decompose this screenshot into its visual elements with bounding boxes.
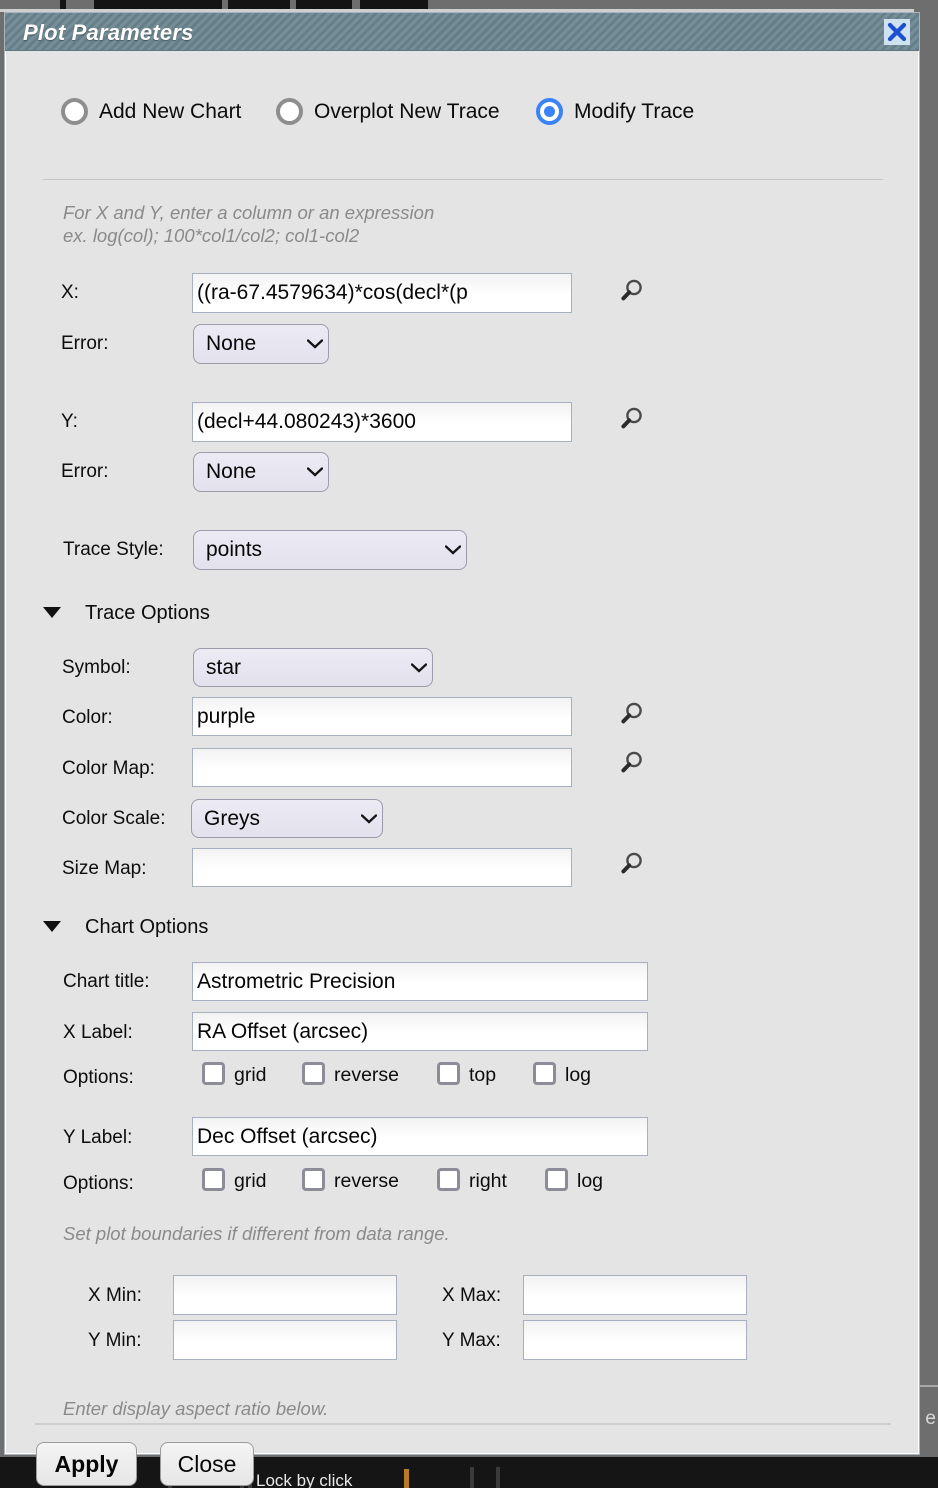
y-error-select[interactable]: None bbox=[193, 452, 329, 492]
close-icon[interactable] bbox=[884, 19, 910, 45]
radio-modify-trace[interactable]: Modify Trace bbox=[536, 98, 694, 125]
bottom-divider bbox=[35, 1423, 891, 1425]
color-scale-select[interactable]: Greys bbox=[191, 799, 383, 838]
chevron-down-icon bbox=[440, 545, 466, 555]
x-option-log-label: log bbox=[565, 1064, 592, 1086]
y-option-grid-label: grid bbox=[234, 1170, 267, 1192]
trace-style-select[interactable]: points bbox=[193, 530, 467, 570]
y-max-label: Y Max: bbox=[442, 1330, 501, 1351]
y-expression-label: Y: bbox=[61, 411, 78, 432]
y-axis-label-input[interactable] bbox=[192, 1117, 648, 1156]
chevron-down-icon bbox=[302, 467, 328, 477]
y-option-reverse-checkbox[interactable] bbox=[302, 1168, 325, 1191]
chart-title-label: Chart title: bbox=[63, 971, 150, 992]
x-option-reverse-label: reverse bbox=[334, 1064, 400, 1086]
y-max-input[interactable] bbox=[523, 1320, 747, 1360]
background-toolbar-strip bbox=[0, 0, 938, 12]
x-min-label: X Min: bbox=[88, 1285, 142, 1306]
color-map-input[interactable] bbox=[192, 748, 572, 787]
aspect-hint-text: Enter display aspect ratio below. bbox=[63, 1398, 329, 1419]
x-option-top-label: top bbox=[469, 1064, 497, 1086]
y-expression-search-icon[interactable] bbox=[617, 405, 645, 433]
x-axis-label-label: X Label: bbox=[63, 1022, 133, 1043]
y-option-reverse-label: reverse bbox=[334, 1170, 400, 1192]
top-divider bbox=[43, 179, 883, 180]
y-option-right-checkbox[interactable] bbox=[437, 1168, 460, 1191]
dialog-titlebar: Plot Parameters bbox=[5, 13, 919, 51]
trace-options-disclosure-icon[interactable] bbox=[43, 607, 61, 618]
color-map-search-icon[interactable] bbox=[617, 749, 645, 777]
x-option-grid-label: grid bbox=[234, 1064, 267, 1086]
radio-modify-trace-indicator bbox=[536, 98, 563, 125]
y-min-label: Y Min: bbox=[88, 1330, 142, 1351]
symbol-label: Symbol: bbox=[62, 657, 131, 678]
y-expression-input[interactable] bbox=[192, 402, 572, 442]
size-map-label: Size Map: bbox=[62, 858, 147, 879]
trace-options-section-title: Trace Options bbox=[85, 602, 210, 624]
radio-add-new-chart-label: Add New Chart bbox=[99, 99, 242, 123]
dialog-title: Plot Parameters bbox=[23, 20, 194, 45]
x-max-input[interactable] bbox=[523, 1275, 747, 1315]
chevron-down-icon bbox=[356, 813, 382, 824]
chart-options-disclosure-icon[interactable] bbox=[43, 921, 61, 932]
x-option-grid-checkbox[interactable] bbox=[202, 1062, 225, 1085]
x-error-select-value: None bbox=[206, 332, 257, 355]
x-option-reverse-checkbox[interactable] bbox=[302, 1062, 325, 1085]
plot-parameters-dialog: Plot Parameters Add New Chart Overplot N… bbox=[4, 12, 920, 1486]
chevron-down-icon bbox=[406, 662, 432, 673]
mode-radio-group: Add New Chart Overplot New Trace Modify … bbox=[61, 98, 861, 138]
background-right-glyph: e bbox=[925, 1408, 936, 1429]
apply-button[interactable]: Apply bbox=[36, 1442, 137, 1486]
x-options-label: Options: bbox=[63, 1067, 134, 1088]
color-scale-select-value: Greys bbox=[204, 806, 261, 830]
y-axis-label-label: Y Label: bbox=[63, 1127, 133, 1148]
chart-options-section-title: Chart Options bbox=[85, 916, 209, 938]
background-status-text: Lock by click bbox=[256, 1471, 353, 1488]
y-min-input[interactable] bbox=[173, 1320, 397, 1360]
size-map-input[interactable] bbox=[192, 848, 572, 887]
color-scale-label: Color Scale: bbox=[62, 808, 166, 829]
color-label: Color: bbox=[62, 707, 113, 728]
symbol-select[interactable]: star bbox=[193, 648, 433, 687]
color-input[interactable] bbox=[192, 697, 572, 736]
radio-overplot-new-trace-indicator bbox=[276, 98, 303, 125]
y-options-label: Options: bbox=[63, 1173, 134, 1194]
y-option-right-label: right bbox=[469, 1170, 507, 1192]
size-map-search-icon[interactable] bbox=[617, 850, 645, 878]
x-expression-input[interactable] bbox=[192, 273, 572, 313]
x-option-top-checkbox[interactable] bbox=[437, 1062, 460, 1085]
trace-style-select-value: points bbox=[206, 538, 263, 561]
close-button[interactable]: Close bbox=[160, 1442, 254, 1486]
x-expression-label: X: bbox=[61, 282, 79, 303]
y-option-log-label: log bbox=[577, 1170, 604, 1192]
radio-modify-trace-label: Modify Trace bbox=[574, 99, 695, 123]
y-error-label: Error: bbox=[61, 461, 109, 482]
chevron-down-icon bbox=[302, 339, 328, 349]
y-option-log-checkbox[interactable] bbox=[545, 1168, 568, 1191]
trace-style-label: Trace Style: bbox=[63, 539, 164, 560]
x-option-log-checkbox[interactable] bbox=[533, 1062, 556, 1085]
radio-overplot-new-trace[interactable]: Overplot New Trace bbox=[276, 98, 500, 125]
background-status-bar: Lock by click bbox=[0, 1457, 938, 1488]
x-error-label: Error: bbox=[61, 333, 109, 354]
color-search-icon[interactable] bbox=[617, 700, 645, 728]
x-expression-search-icon[interactable] bbox=[617, 277, 645, 305]
x-min-input[interactable] bbox=[173, 1275, 397, 1315]
symbol-select-value: star bbox=[206, 655, 242, 679]
radio-overplot-new-trace-label: Overplot New Trace bbox=[314, 99, 500, 123]
color-map-label: Color Map: bbox=[62, 758, 155, 779]
y-option-grid-checkbox[interactable] bbox=[202, 1168, 225, 1191]
y-error-select-value: None bbox=[206, 460, 257, 483]
chart-title-input[interactable] bbox=[192, 962, 648, 1001]
bounds-hint-text: Set plot boundaries if different from da… bbox=[63, 1223, 450, 1244]
radio-add-new-chart-indicator bbox=[61, 98, 88, 125]
radio-add-new-chart[interactable]: Add New Chart bbox=[61, 98, 241, 125]
xy-hint-text: For X and Y, enter a column or an expres… bbox=[63, 202, 435, 246]
x-error-select[interactable]: None bbox=[193, 324, 329, 364]
x-max-label: X Max: bbox=[442, 1285, 502, 1306]
x-axis-label-input[interactable] bbox=[192, 1012, 648, 1051]
